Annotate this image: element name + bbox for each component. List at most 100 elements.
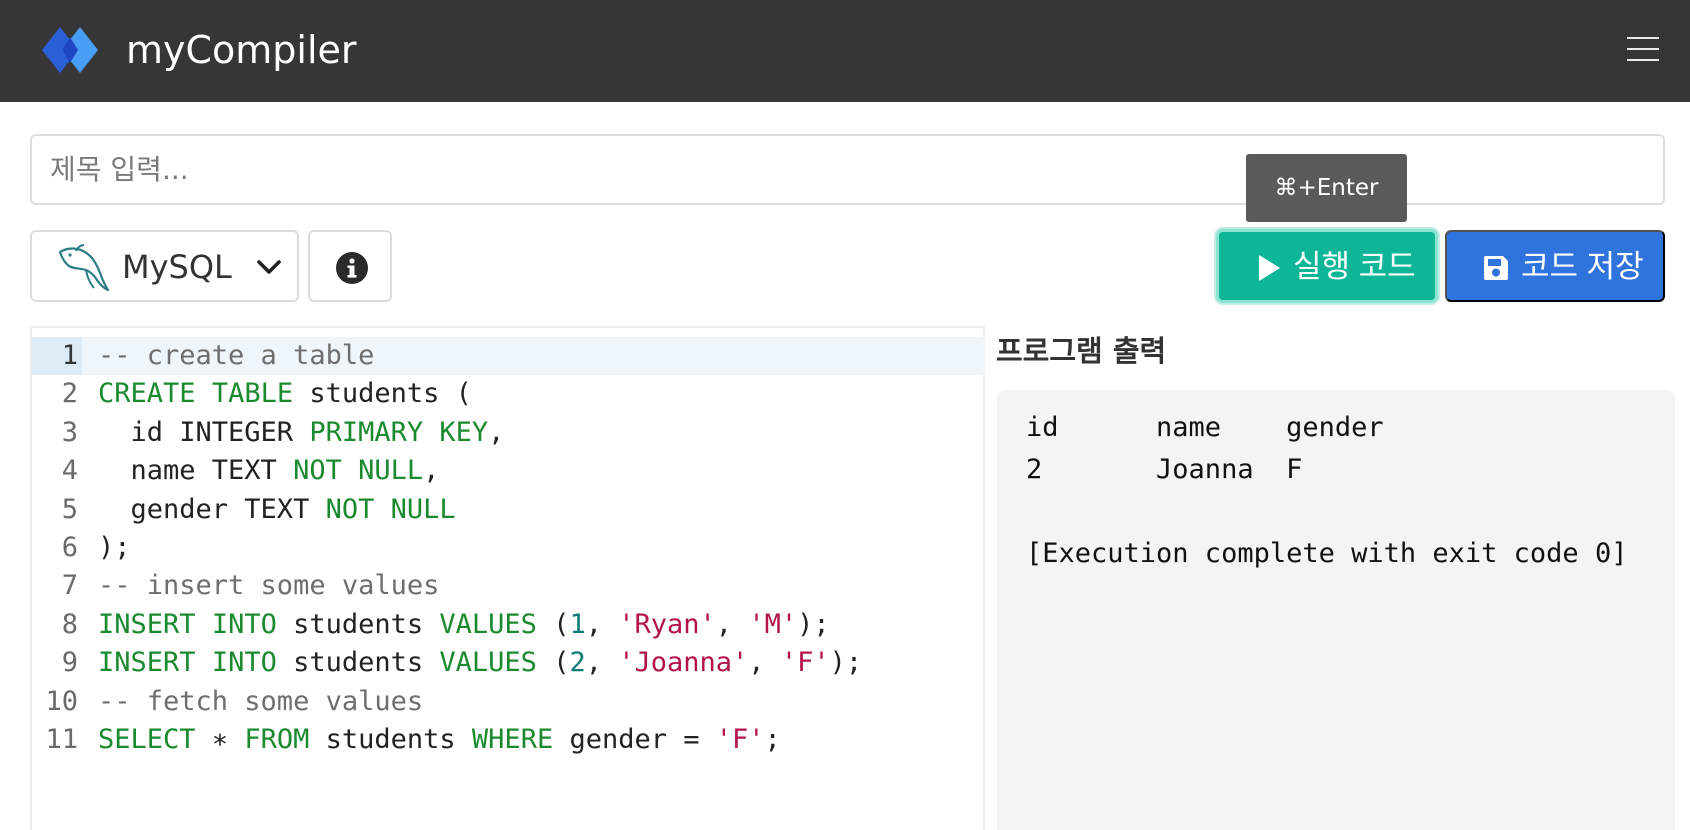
code-text: INSERT INTO students VALUES (2, 'Joanna'… [98, 644, 862, 682]
code-text: CREATE TABLE students ( [98, 375, 472, 413]
floppy-disk-icon [1484, 256, 1508, 280]
line-number: 9 [61, 647, 78, 679]
code-token: students ( [293, 378, 472, 410]
line-number: 4 [61, 455, 78, 487]
code-token: gender TEXT [98, 493, 326, 525]
code-token: 'Ryan' [618, 608, 716, 640]
code-token: CREATE [98, 378, 196, 410]
code-token: VALUES [439, 647, 537, 679]
info-button[interactable] [308, 230, 392, 302]
line-number: 5 [61, 493, 78, 525]
code-token: INSERT [98, 608, 196, 640]
code-token: gender = [553, 724, 716, 755]
code-token: students [276, 608, 440, 640]
code-token: INSERT [98, 647, 196, 679]
code-token: 1 [569, 608, 586, 640]
code-line[interactable]: 10 -- fetch some values [32, 683, 982, 721]
line-number: 6 [61, 532, 78, 563]
code-token: , [423, 455, 440, 487]
code-token: VALUES [439, 608, 537, 640]
run-code-label: 실행 코드 [1293, 249, 1416, 284]
code-token: TABLE [211, 378, 294, 410]
code-token: , [585, 608, 619, 640]
line-number: 2 [61, 378, 78, 410]
code-text: ); [98, 529, 131, 567]
code-line[interactable]: 7 -- insert some values [32, 567, 982, 605]
line-number: 11 [45, 724, 78, 755]
save-code-button[interactable]: 코드 저장 [1445, 230, 1665, 302]
code-token: , [748, 647, 781, 679]
code-token: FROM [244, 724, 310, 755]
code-text: -- create a table [98, 337, 374, 375]
code-text: -- insert some values [98, 567, 439, 605]
code-line[interactable]: 8 INSERT INTO students VALUES (1, 'Ryan',… [32, 606, 982, 644]
hamburger-bar [1627, 48, 1659, 50]
code-line[interactable]: 3 id INTEGER PRIMARY KEY, [32, 414, 982, 452]
code-editor[interactable]: 1 -- create a table 2 CREATE TABLE students… [30, 326, 985, 830]
code-line[interactable]: 1 -- create a table [32, 337, 982, 375]
line-number: 8 [61, 608, 78, 640]
line-number: 7 [61, 570, 78, 602]
code-token: ); [797, 608, 830, 640]
code-text: name TEXT NOT NULL, [98, 452, 440, 490]
code-token: , [715, 608, 749, 640]
line-number: 1 [61, 340, 78, 371]
code-token: students [309, 724, 472, 755]
code-token: INTO [211, 608, 277, 640]
code-token: ( [536, 647, 570, 679]
code-text: SELECT ∗ FROM students WHERE gender = 'F… [98, 721, 781, 759]
code-line[interactable]: 5 gender TEXT NOT NULL [32, 491, 982, 529]
code-token: 2 [569, 647, 586, 679]
chevron-down-icon [257, 260, 281, 274]
code-token: PRIMARY [309, 416, 424, 448]
code-token: -- create a table [98, 340, 375, 371]
info-circle-icon [336, 252, 368, 284]
code-token: 'F' [780, 647, 830, 679]
code-token: name TEXT [98, 455, 294, 487]
run-shortcut-tooltip: ⌘+Enter [1246, 154, 1407, 222]
run-code-button[interactable]: 실행 코드 [1216, 229, 1438, 303]
code-token: INTO [211, 647, 277, 679]
line-number: 10 [45, 685, 78, 717]
code-token: NOT [293, 455, 342, 487]
code-token: students [276, 647, 440, 679]
code-token: NOT [325, 493, 375, 525]
top-navbar: myCompiler [0, 0, 1690, 102]
code-token: 'Joanna' [618, 647, 749, 679]
diamond-logo-icon[interactable] [42, 27, 106, 73]
code-line[interactable]: 11 SELECT ∗ FROM students WHERE gender = … [32, 721, 982, 759]
code-text: gender TEXT NOT NULL [98, 491, 456, 529]
code-line[interactable]: 6); [32, 529, 982, 567]
code-token: 'M' [748, 608, 798, 640]
code-token: , [585, 647, 619, 679]
program-output: id name gender 2 Joanna F [Execution compl… [997, 390, 1675, 830]
hamburger-menu-icon[interactable] [1627, 37, 1659, 61]
line-number: 3 [61, 416, 78, 448]
code-token: KEY [439, 416, 489, 448]
code-token: ; [764, 724, 781, 755]
code-token: -- fetch some values [98, 685, 424, 717]
mysql-dolphin-icon [58, 244, 110, 292]
code-token: 'F' [715, 724, 765, 755]
title-input[interactable] [30, 134, 1665, 205]
code-text: id INTEGER PRIMARY KEY, [98, 414, 505, 452]
code-token: , [488, 416, 505, 448]
code-token: NULL [358, 455, 424, 487]
language-selector[interactable]: MySQL [30, 230, 299, 302]
brand-name[interactable]: myCompiler [126, 26, 357, 74]
code-text: INSERT INTO students VALUES (1, 'Ryan', … [98, 606, 830, 644]
play-icon [1259, 255, 1280, 281]
code-line[interactable]: 2 CREATE TABLE students ( [32, 375, 982, 413]
code-token: -- insert some values [98, 570, 440, 602]
output-line: id name gender [1026, 412, 1384, 443]
hamburger-bar [1627, 37, 1659, 39]
code-token: NULL [390, 493, 456, 525]
code-token: ); [829, 647, 863, 679]
code-line[interactable]: 9 INSERT INTO students VALUES (2, 'Joanna… [32, 644, 982, 682]
code-line[interactable]: 4 name TEXT NOT NULL, [32, 452, 982, 490]
